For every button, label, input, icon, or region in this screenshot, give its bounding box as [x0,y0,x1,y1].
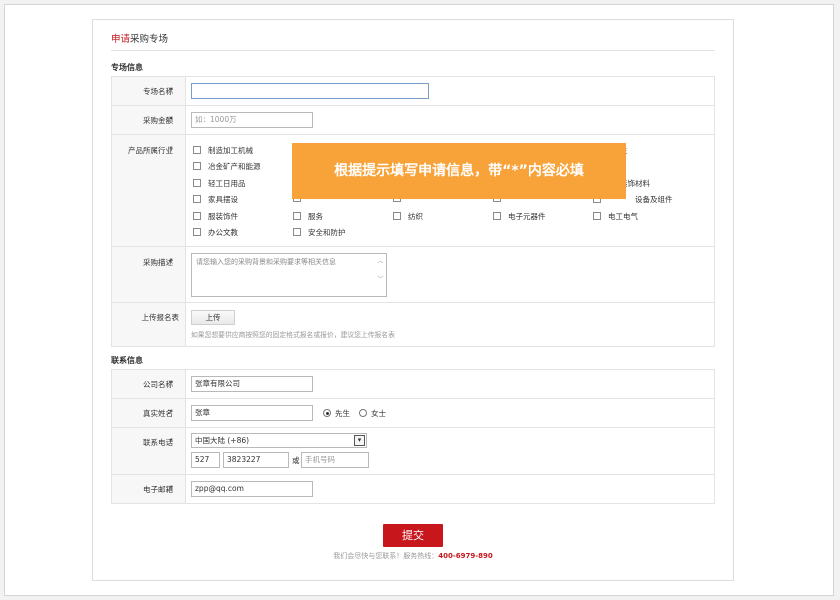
phone-label: 联系电话 [143,438,173,447]
industry-option[interactable]: 服务 [293,211,323,222]
amount-input[interactable]: 如：1000万 [191,112,313,128]
company-label: 公司名称 [143,380,173,389]
row-upload: 上传报名表 上传 如果您想要供应商按照您的固定格式报名或报价，建议您上传报名表 [112,303,714,347]
industry-option[interactable]: 家具摆设 [193,194,238,205]
or-text: 或 [292,456,300,465]
industry-option[interactable]: 轻工日用品 [193,178,246,189]
row-description: * 采购描述 请您输入您的采购背景和采购要求等相关信息 ︿ ﹀ [112,247,714,303]
amount-label: 采购金额 [143,116,173,125]
topic-name-input[interactable] [191,83,429,99]
description-label: 采购描述 [143,258,173,267]
row-topic-name: * 专场名称 [112,77,714,106]
topic-info-table: * 专场名称 * 采购金额 如：1000万 * 产品所属行业 制造加工机械 冶金矿产和… [111,76,715,347]
area-code-input[interactable]: 527 [191,452,220,468]
email-label: 电子邮箱 [143,485,173,494]
industry-option[interactable]: 安全和防护 [293,227,346,238]
industry-option[interactable]: 制造加工机械 [193,145,253,156]
company-input[interactable]: 张章有限公司 [191,376,313,392]
title-divider [111,50,715,51]
section-title-contact: 联系信息 [111,356,143,365]
submit-button[interactable]: 提交 [383,524,443,547]
row-real-name: * 真实姓名 张章 先生 女士 [112,399,714,428]
page-title: 申请采购专场 [111,34,169,45]
mobile-input[interactable]: 手机号码 [301,452,369,468]
section-title-topic: 专场信息 [111,63,143,72]
email-input[interactable]: zpp@qq.com [191,481,313,497]
industry-option[interactable]: 服装饰件 [193,211,238,222]
upload-label: 上传报名表 [141,313,180,322]
real-name-label: 真实姓名 [143,409,173,418]
industry-option[interactable]: 纺织 [393,211,423,222]
chevron-down-icon[interactable]: ▾ [354,435,365,446]
row-phone: * 联系电话 中国大陆 (+86) ▾ 527 3823227 或 手机号码 [112,428,714,475]
radio-male[interactable]: 先生 [323,408,350,419]
row-amount: * 采购金额 如：1000万 [112,106,714,135]
footer-hotline: 我们会尽快与您联系！服务热线：400-6979-890 [333,552,493,560]
industry-option[interactable]: 办公文教 [193,227,238,238]
hint-tooltip: 根据提示填写申请信息，带“*”内容必填 [292,143,626,199]
application-form: 申请采购专场 专场信息 * 专场名称 * 采购金额 如：1000万 * 产品所属行业 … [92,19,734,581]
contact-info-table: * 公司名称 张章有限公司 * 真实姓名 张章 先生 女士 * 联系电话 中国大陆 (… [111,369,715,504]
row-company: * 公司名称 张章有限公司 [112,370,714,399]
upload-button[interactable]: 上传 [191,310,235,325]
description-textarea[interactable]: 请您输入您的采购背景和采购要求等相关信息 ︿ ﹀ [191,253,387,297]
industry-option[interactable]: 电子元器件 [493,211,546,222]
topic-name-label: 专场名称 [143,87,173,96]
industry-label: 产品所属行业 [128,146,173,155]
radio-female[interactable]: 女士 [359,408,386,419]
country-code-select[interactable]: 中国大陆 (+86) ▾ [191,433,367,448]
upload-hint: 如果您想要供应商按照您的固定格式报名或报价，建议您上传报名表 [191,331,395,339]
phone-number-input[interactable]: 3823227 [223,452,289,468]
textarea-scrollbar[interactable]: ︿ ﹀ [377,257,384,293]
real-name-input[interactable]: 张章 [191,405,313,421]
industry-option[interactable]: 电工电气 [593,211,638,222]
row-email: * 电子邮箱 zpp@qq.com [112,475,714,504]
industry-option[interactable]: 冶金矿产和能源 [193,161,261,172]
